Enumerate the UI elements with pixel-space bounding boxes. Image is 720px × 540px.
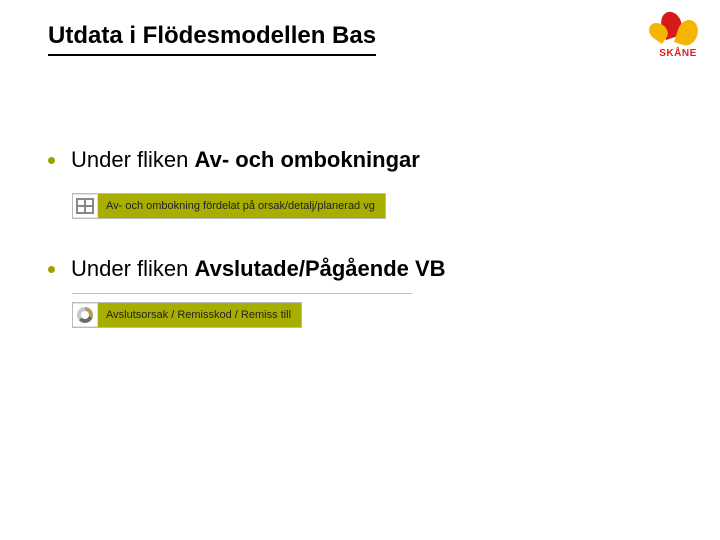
logo-mark-icon bbox=[656, 10, 700, 50]
separator-line bbox=[72, 293, 412, 294]
bullet-dot-icon bbox=[48, 266, 55, 273]
report-row[interactable]: Av- och ombokning fördelat på orsak/deta… bbox=[72, 193, 386, 219]
bullet-dot-icon bbox=[48, 157, 55, 164]
tab-name: Av- och ombokningar bbox=[195, 147, 420, 172]
grid-chart-icon bbox=[73, 195, 98, 217]
bullet-text: Under fliken Av- och ombokningar bbox=[71, 146, 420, 175]
tab-name: Avslutade/Pågående VB bbox=[195, 256, 446, 281]
report-label: Av- och ombokning fördelat på orsak/deta… bbox=[106, 200, 375, 212]
slide-body: Under fliken Av- och ombokningar Av- och… bbox=[48, 146, 672, 364]
bullet-text: Under fliken Avslutade/Pågående VB bbox=[71, 255, 446, 284]
report-label-wrap: Avslutsorsak / Remisskod / Remiss till bbox=[98, 303, 301, 327]
report-label-wrap: Av- och ombokning fördelat på orsak/deta… bbox=[98, 194, 385, 218]
report-label: Avslutsorsak / Remisskod / Remiss till bbox=[106, 309, 291, 321]
slide-title: Utdata i Flödesmodellen Bas bbox=[48, 22, 376, 56]
bullet-item: Under fliken Av- och ombokningar bbox=[48, 146, 672, 175]
bullet-item: Under fliken Avslutade/Pågående VB bbox=[48, 255, 672, 284]
pie-chart-icon bbox=[73, 304, 98, 326]
report-row[interactable]: Avslutsorsak / Remisskod / Remiss till bbox=[72, 302, 302, 328]
bullet-prefix: Under fliken bbox=[71, 256, 195, 281]
slide: Utdata i Flödesmodellen Bas SKÅNE Under … bbox=[0, 0, 720, 540]
bullet-prefix: Under fliken bbox=[71, 147, 195, 172]
region-skane-logo: SKÅNE bbox=[656, 10, 700, 59]
